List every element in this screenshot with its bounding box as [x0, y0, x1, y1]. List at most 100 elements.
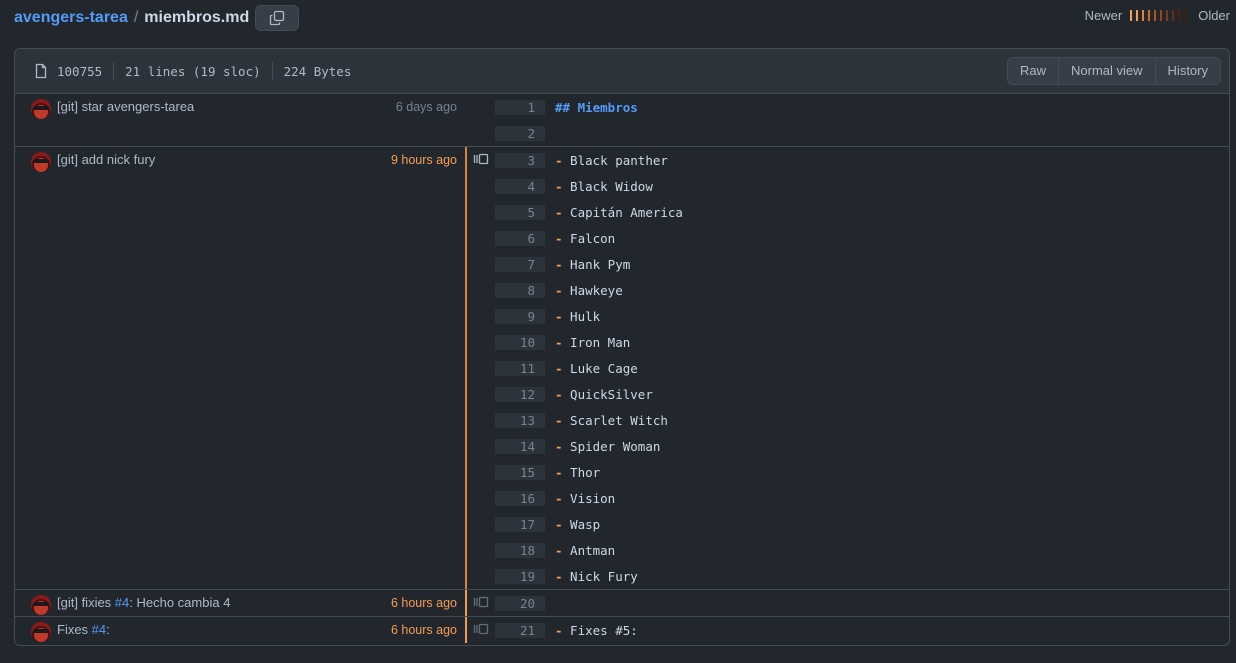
reblame-icon[interactable]: [473, 622, 489, 636]
line-number[interactable]: 2: [495, 125, 545, 141]
legend-swatch: [1160, 10, 1163, 21]
line-text: Black Widow: [562, 178, 653, 194]
issue-link[interactable]: #4: [92, 622, 106, 637]
list-bullet: -: [555, 230, 563, 246]
file-header: 100755 21 lines (19 sloc) 224 Bytes Raw …: [15, 49, 1229, 94]
line-number[interactable]: 12: [495, 386, 545, 402]
file-mode: 100755: [57, 63, 103, 79]
line-number[interactable]: 4: [495, 178, 545, 194]
commit-message[interactable]: [git] fixies #4: Hecho cambia 4: [57, 594, 391, 612]
file-size: 224 Bytes: [283, 63, 352, 79]
repo-link[interactable]: avengers-tarea: [14, 9, 128, 27]
list-bullet: -: [555, 542, 563, 558]
issue-link[interactable]: #4: [115, 595, 129, 610]
legend-swatch: [1172, 10, 1175, 21]
line-content: ## Miembros: [545, 100, 638, 115]
line-number[interactable]: 20: [495, 595, 545, 611]
code-line: 7- Hank Pym: [495, 251, 1229, 277]
copy-path-button[interactable]: [255, 5, 300, 31]
line-content: - Iron Man: [545, 335, 630, 350]
line-text: Hulk: [562, 308, 601, 324]
list-bullet: -: [555, 282, 563, 298]
line-text: Nick Fury: [562, 568, 638, 584]
line-number[interactable]: 16: [495, 490, 545, 506]
line-content: - Hawkeye: [545, 283, 623, 298]
list-bullet: -: [555, 438, 563, 454]
code-line: 8- Hawkeye: [495, 277, 1229, 303]
list-bullet: -: [555, 490, 563, 506]
legend-swatch: [1184, 10, 1187, 21]
commit-time: 9 hours ago: [390, 153, 457, 167]
commit-message[interactable]: [git] star avengers-tarea: [57, 98, 396, 116]
reblame-cell: [467, 94, 495, 146]
line-number[interactable]: 1: [495, 99, 545, 115]
code-line: 14- Spider Woman: [495, 433, 1229, 459]
line-text: Thor: [562, 464, 601, 480]
reblame-icon[interactable]: [473, 152, 489, 166]
avatar[interactable]: [31, 99, 51, 119]
list-bullet: -: [555, 334, 563, 350]
list-bullet: -: [555, 412, 563, 428]
blame-age-legend: Newer Older: [1085, 8, 1230, 23]
line-text: Scarlet Witch: [562, 412, 668, 428]
commit-time: 6 days ago: [395, 100, 457, 114]
line-number[interactable]: 8: [495, 282, 545, 298]
line-number[interactable]: 17: [495, 516, 545, 532]
line-number[interactable]: 19: [495, 568, 545, 584]
line-number[interactable]: 3: [495, 152, 545, 168]
line-number[interactable]: 7: [495, 256, 545, 272]
code-line: 4- Black Widow: [495, 173, 1229, 199]
line-content: - Luke Cage: [545, 361, 638, 376]
line-number[interactable]: 10: [495, 334, 545, 350]
reblame-cell: [467, 590, 495, 616]
line-number[interactable]: 14: [495, 438, 545, 454]
line-number[interactable]: 21: [495, 622, 545, 638]
avatar[interactable]: [31, 595, 51, 615]
list-bullet: -: [555, 360, 563, 376]
avatar[interactable]: [31, 622, 51, 642]
commit-message[interactable]: Fixes #4:: [57, 621, 391, 639]
legend-swatch: [1136, 10, 1139, 21]
line-number[interactable]: 9: [495, 308, 545, 324]
code-line: 5- Capitán America: [495, 199, 1229, 225]
code-line: 11- Luke Cage: [495, 355, 1229, 381]
line-number[interactable]: 18: [495, 542, 545, 558]
line-number[interactable]: 5: [495, 204, 545, 220]
code-line: 13- Scarlet Witch: [495, 407, 1229, 433]
raw-button[interactable]: Raw: [1008, 58, 1059, 84]
code-line: 3- Black panther: [495, 147, 1229, 173]
commit-message-text: [git] fixies: [57, 595, 115, 610]
code-lines: 3- Black panther 4- Black Widow 5- Capitán…: [495, 147, 1229, 589]
code-line: 16- Vision: [495, 485, 1229, 511]
line-content: - Scarlet Witch: [545, 413, 668, 428]
history-button[interactable]: History: [1154, 58, 1220, 84]
code-line: 10- Iron Man: [495, 329, 1229, 355]
list-bullet: -: [555, 204, 563, 220]
line-content: - QuickSilver: [545, 387, 653, 402]
code-lines: 20: [495, 590, 1229, 616]
legend-swatch: [1154, 10, 1157, 21]
line-number[interactable]: 13: [495, 412, 545, 428]
commit-message[interactable]: [git] add nick fury: [57, 151, 391, 169]
file-actions: Raw Normal view History: [1007, 57, 1221, 85]
line-content: - Hulk: [545, 309, 600, 324]
breadcrumb: avengers-tarea / miembros.md: [14, 4, 1230, 32]
line-number[interactable]: 11: [495, 360, 545, 376]
line-text: Luke Cage: [562, 360, 638, 376]
line-text: Falcon: [562, 230, 616, 246]
code-lines: 21- Fixes #5:: [495, 617, 1229, 643]
line-text: Antman: [562, 542, 616, 558]
legend-scale: [1130, 10, 1190, 21]
blame-hunk: [git] add nick fury 9 hours ago 3- Black p…: [15, 146, 1229, 589]
commit-message-text: : Hecho cambia 4: [129, 595, 231, 610]
list-bullet: -: [555, 568, 563, 584]
line-number[interactable]: 15: [495, 464, 545, 480]
legend-older-label: Older: [1198, 8, 1230, 23]
normal-view-button[interactable]: Normal view: [1058, 58, 1155, 84]
line-number[interactable]: 6: [495, 230, 545, 246]
markdown-heading: ## Miembros: [555, 99, 638, 115]
avatar[interactable]: [31, 152, 51, 172]
commit-info: [git] add nick fury 9 hours ago: [15, 147, 465, 589]
code-line: 12- QuickSilver: [495, 381, 1229, 407]
reblame-icon[interactable]: [473, 595, 489, 609]
